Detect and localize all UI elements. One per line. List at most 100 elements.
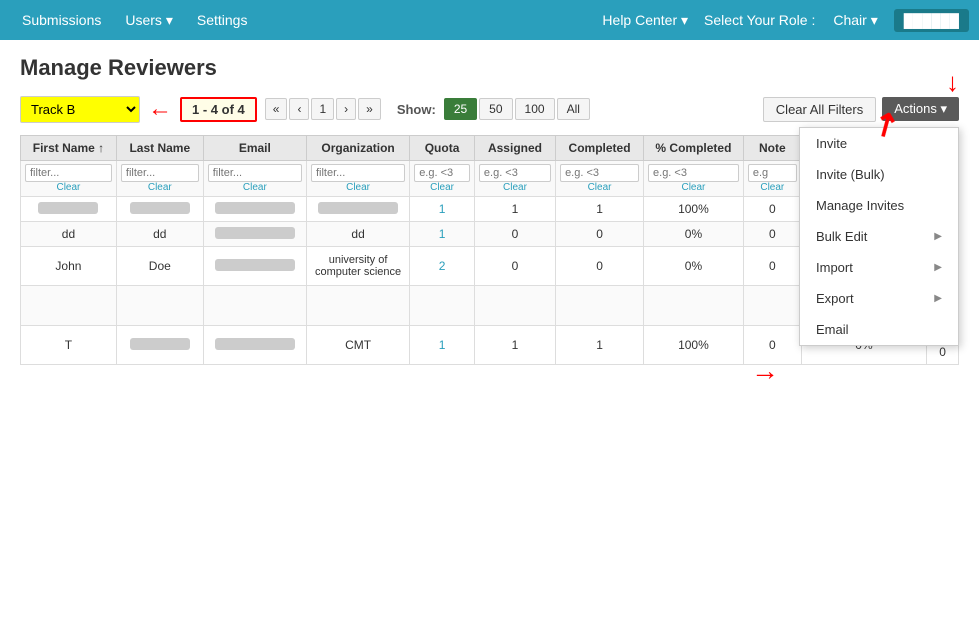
export-arrow-icon: ▶ xyxy=(934,293,942,304)
clear-last-name[interactable]: Clear xyxy=(121,182,199,193)
nav-help[interactable]: Help Center ▾ xyxy=(590,0,700,40)
pagination-info: 1 - 4 of 4 xyxy=(180,97,257,122)
track-select[interactable]: Track B xyxy=(20,96,140,123)
toolbar-right: Clear All Filters ↓ Actions ▾ Invite Inv… xyxy=(763,97,959,122)
cell-completed: 1 xyxy=(556,197,644,222)
cell-note: 0 xyxy=(743,247,801,286)
cell-assigned: 0 xyxy=(474,222,555,247)
th-first-name[interactable]: First Name ↑ xyxy=(21,136,117,161)
menu-invite[interactable]: Invite xyxy=(800,128,958,159)
show-50[interactable]: 50 xyxy=(479,98,512,120)
cell-quota xyxy=(410,286,475,326)
nav-users[interactable]: Users ▾ xyxy=(113,0,184,40)
actions-container: ↓ Actions ▾ Invite Invite (Bulk) Manage … xyxy=(882,97,959,121)
cell-completed: 0 xyxy=(556,247,644,286)
sort-icon: ↑ xyxy=(98,141,104,155)
show-buttons: 25 50 100 All xyxy=(444,98,590,120)
show-100[interactable]: 100 xyxy=(515,98,555,120)
cell-assigned: 1 xyxy=(474,197,555,222)
navbar: Submissions Users ▾ Settings Help Center… xyxy=(0,0,979,40)
clear-email[interactable]: Clear xyxy=(208,182,302,193)
filter-pct-completed[interactable] xyxy=(648,164,739,182)
clear-note[interactable]: Clear xyxy=(748,182,797,193)
cell-email xyxy=(203,286,306,326)
filter-completed[interactable] xyxy=(560,164,639,182)
th-assigned[interactable]: Assigned xyxy=(474,136,555,161)
clear-first-name[interactable]: Clear xyxy=(25,182,112,193)
cell-note: 0 xyxy=(743,222,801,247)
pag-first[interactable]: « xyxy=(265,98,288,120)
clear-org[interactable]: Clear xyxy=(311,182,405,193)
cell-org: university of computer science xyxy=(306,247,409,286)
th-pct-completed[interactable]: % Completed xyxy=(644,136,744,161)
cell-quota: 2 xyxy=(410,247,475,286)
help-dropdown-icon: ▾ xyxy=(681,12,688,28)
users-dropdown-icon: ▾ xyxy=(166,12,173,28)
cell-last-name: ████ xyxy=(116,326,203,365)
th-last-name[interactable]: Last Name xyxy=(116,136,203,161)
filter-note[interactable] xyxy=(748,164,797,182)
menu-manage-invites[interactable]: Manage Invites xyxy=(800,190,958,221)
cell-assigned xyxy=(474,286,555,326)
pag-1[interactable]: 1 xyxy=(311,98,334,120)
cell-assigned: 1 xyxy=(474,326,555,365)
menu-invite-bulk[interactable]: Invite (Bulk) xyxy=(800,159,958,190)
page-content: Manage Reviewers Track B ← 1 - 4 of 4 « … xyxy=(0,40,979,380)
menu-export[interactable]: Export ▶ xyxy=(800,283,958,314)
user-button[interactable]: ██████ xyxy=(894,9,969,32)
cell-first-name: T xyxy=(21,326,117,365)
show-25[interactable]: 25 xyxy=(444,98,477,120)
pag-next[interactable]: › xyxy=(336,98,356,120)
menu-bulk-edit[interactable]: Bulk Edit ▶ xyxy=(800,221,958,252)
actions-dropdown-menu: Invite Invite (Bulk) Manage Invites Bulk… xyxy=(799,127,959,346)
filter-first-name-cell: Clear xyxy=(21,161,117,197)
cell-quota: 1 xyxy=(410,326,475,365)
filter-assigned[interactable] xyxy=(479,164,551,182)
nav-settings[interactable]: Settings xyxy=(185,0,260,40)
filter-email-cell: Clear xyxy=(203,161,306,197)
cell-pct-completed: 100% xyxy=(644,326,744,365)
pag-prev[interactable]: ‹ xyxy=(289,98,309,120)
cell-org xyxy=(306,286,409,326)
cell-email: ██████████ xyxy=(203,222,306,247)
menu-email[interactable]: Email xyxy=(800,314,958,345)
filter-last-name[interactable] xyxy=(121,164,199,182)
filter-email[interactable] xyxy=(208,164,302,182)
pag-last[interactable]: » xyxy=(358,98,381,120)
filter-last-name-cell: Clear xyxy=(116,161,203,197)
th-completed[interactable]: Completed xyxy=(556,136,644,161)
actions-button[interactable]: Actions ▾ xyxy=(882,97,959,121)
filter-org[interactable] xyxy=(311,164,405,182)
filter-completed-cell: Clear xyxy=(556,161,644,197)
cell-last-name: █████ xyxy=(116,197,203,222)
filter-org-cell: Clear xyxy=(306,161,409,197)
cell-first-name: dd xyxy=(21,222,117,247)
show-all[interactable]: All xyxy=(557,98,590,120)
th-email[interactable]: Email xyxy=(203,136,306,161)
cell-pct-completed: 0% xyxy=(644,222,744,247)
nav-submissions[interactable]: Submissions xyxy=(10,0,113,40)
filter-first-name[interactable] xyxy=(25,164,112,182)
cell-pct-completed: 100% xyxy=(644,197,744,222)
th-note[interactable]: Note xyxy=(743,136,801,161)
clear-quota[interactable]: Clear xyxy=(414,182,470,193)
show-label: Show: xyxy=(397,102,436,117)
clear-all-button[interactable]: Clear All Filters xyxy=(763,97,876,122)
import-arrow-icon: ▶ xyxy=(934,262,942,273)
cell-assigned: 0 xyxy=(474,247,555,286)
cell-note xyxy=(743,286,801,326)
cell-pct-completed: 0% xyxy=(644,247,744,286)
clear-completed[interactable]: Clear xyxy=(560,182,639,193)
th-organization[interactable]: Organization xyxy=(306,136,409,161)
menu-import[interactable]: Import ▶ xyxy=(800,252,958,283)
filter-pct-completed-cell: Clear xyxy=(644,161,744,197)
cell-email: ██████████ xyxy=(203,197,306,222)
th-quota[interactable]: Quota xyxy=(410,136,475,161)
cell-last-name xyxy=(116,286,203,326)
nav-role[interactable]: Chair ▾ xyxy=(821,0,889,40)
filter-quota[interactable] xyxy=(414,164,470,182)
cell-note: 0 xyxy=(743,326,801,365)
clear-pct-completed[interactable]: Clear xyxy=(648,182,739,193)
clear-assigned[interactable]: Clear xyxy=(479,182,551,193)
cell-org: dd xyxy=(306,222,409,247)
